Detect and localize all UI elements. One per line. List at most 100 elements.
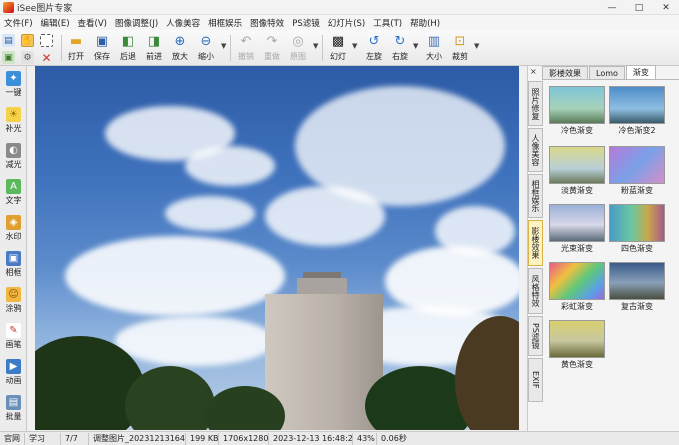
crop-dropdown-arrow[interactable]: ▼ (474, 42, 479, 50)
vtab-portrait[interactable]: 人像美容 (528, 128, 543, 172)
vtab-studio-effects[interactable]: 影楼效果 (528, 220, 543, 266)
browse-icon[interactable]: ▤ (2, 34, 15, 47)
slideshow-button[interactable]: ▩ 幻灯 (325, 32, 351, 65)
status-image-index: 7/7 (61, 432, 89, 445)
original-button[interactable]: ◎ 原图 (285, 32, 311, 65)
hand-tool-icon[interactable]: ✋ (21, 34, 34, 47)
animation-tool[interactable]: ▶ 动画 (0, 356, 27, 389)
maximize-button[interactable]: □ (626, 0, 652, 15)
brush-tool[interactable]: ✎ 画笔 (0, 320, 27, 353)
tab-studio-effects[interactable]: 影楼效果 (542, 66, 588, 79)
one-click-tool[interactable]: ✦ 一键 (0, 68, 27, 101)
crop-button[interactable]: ⊡ 裁剪 (447, 32, 473, 65)
menu-frames[interactable]: 相框娱乐 (204, 17, 246, 29)
effect-pink-blue-gradient[interactable]: 粉蓝渐变 (609, 146, 665, 195)
doodle-tool[interactable]: ☺ 涂鸦 (0, 284, 27, 317)
text-tool[interactable]: A 文字 (0, 176, 27, 209)
frame-icon: ▣ (6, 251, 21, 266)
app-logo-icon (3, 1, 14, 13)
menu-slideshow[interactable]: 幻灯片(S) (324, 17, 370, 29)
title-bar: iSee图片专家 — □ ✕ (0, 0, 679, 15)
magnifier-minus-icon: ⊖ (200, 34, 212, 49)
menu-ps-filters[interactable]: PS滤镜 (288, 17, 324, 29)
panel-close-button[interactable]: × (530, 67, 537, 76)
tree (125, 366, 215, 430)
image-icon[interactable]: ▣ (2, 51, 15, 64)
forward-button[interactable]: ◨ 前进 (141, 32, 167, 65)
mini-tool-grid: ▤ ✋ ▣ ⚙ ✕ (2, 32, 58, 65)
effect-yellow-gradient[interactable]: 黄色渐变 (549, 320, 605, 369)
minimize-button[interactable]: — (599, 0, 625, 15)
vtab-frames[interactable]: 相框娱乐 (528, 174, 543, 218)
status-dimensions: 1706x1280 (219, 432, 269, 445)
menu-portrait[interactable]: 人像美容 (162, 17, 204, 29)
palette-icon: ☺ (6, 287, 21, 302)
reduce-light-tool[interactable]: ◐ 减光 (0, 140, 27, 173)
open-button[interactable]: ▬ 打开 (63, 32, 89, 65)
tab-lomo[interactable]: Lomo (589, 66, 625, 79)
status-learn[interactable]: 学习 (25, 432, 61, 445)
delete-icon[interactable]: ✕ (40, 51, 53, 65)
settings-icon[interactable]: ⚙ (21, 51, 34, 64)
batch-tool[interactable]: ▤ 批量 (0, 392, 27, 425)
effects-tabs: 影楼效果 Lomo 渐变 (542, 65, 679, 80)
forward-image-icon: ◨ (147, 34, 161, 49)
effect-thumbnail (549, 86, 605, 124)
vtab-exif[interactable]: EXIF (528, 358, 543, 402)
tab-gradient[interactable]: 渐变 (625, 65, 656, 79)
original-dropdown-arrow[interactable]: ▼ (313, 42, 318, 50)
effect-thumbnail (549, 320, 605, 358)
fill-light-tool[interactable]: ☀ 补光 (0, 104, 27, 137)
magic-wand-icon: ✦ (6, 71, 21, 86)
main-toolbar: ▤ ✋ ▣ ⚙ ✕ ▬ 打开 ▣ 保存 ◧ 后退 ◨ 前进 ⊕ 放大 ⊖ 缩小 ▼ ↶ 撤销 … (0, 30, 679, 66)
rotate-right-button[interactable]: ↻ 右旋 (387, 32, 413, 65)
toolbar-separator (230, 35, 231, 61)
cloud (265, 186, 385, 246)
image-canvas[interactable] (35, 66, 519, 430)
cloud (185, 146, 275, 186)
menu-effects[interactable]: 图像特效 (246, 17, 288, 29)
effect-retro-gradient[interactable]: 复古渐变 (609, 262, 665, 311)
crop-icon: ⊡ (454, 34, 466, 49)
zoom-out-button[interactable]: ⊖ 缩小 (193, 32, 219, 65)
menu-edit[interactable]: 编辑(E) (37, 17, 74, 29)
back-button[interactable]: ◧ 后退 (115, 32, 141, 65)
effect-rainbow-gradient[interactable]: 彩虹渐变 (549, 262, 605, 311)
menu-view[interactable]: 查看(V) (74, 17, 111, 29)
rotate-left-button[interactable]: ↺ 左旋 (361, 32, 387, 65)
effect-pale-yellow-gradient[interactable]: 淡黄渐变 (549, 146, 605, 195)
save-button[interactable]: ▣ 保存 (89, 32, 115, 65)
undo-button[interactable]: ↶ 撤销 (233, 32, 259, 65)
select-tool-icon[interactable] (40, 34, 53, 47)
redo-button[interactable]: ↷ 重做 (259, 32, 285, 65)
watermark-icon: ◈ (6, 215, 21, 230)
menu-help[interactable]: 帮助(H) (406, 17, 444, 29)
menu-image-adjust[interactable]: 图像调整(J) (111, 17, 162, 29)
resize-button[interactable]: ▥ 大小 (421, 32, 447, 65)
frame-tool[interactable]: ▣ 相框 (0, 248, 27, 281)
rotate-dropdown-arrow[interactable]: ▼ (413, 42, 418, 50)
effect-light-beam-gradient[interactable]: 光束渐变 (549, 204, 605, 253)
undo-arrow-icon: ↶ (240, 34, 252, 49)
effect-thumbnail (609, 86, 665, 124)
slideshow-dropdown-arrow[interactable]: ▼ (352, 42, 357, 50)
menu-file[interactable]: 文件(F) (0, 17, 37, 29)
shade-icon: ◐ (6, 143, 21, 158)
vtab-photo-repair[interactable]: 照片修复 (528, 81, 543, 126)
zoom-in-button[interactable]: ⊕ 放大 (167, 32, 193, 65)
status-website[interactable]: 官网 (0, 432, 25, 445)
effect-cold-gradient-2[interactable]: 冷色渐变2 (609, 86, 665, 135)
effect-cold-gradient[interactable]: 冷色渐变 (549, 86, 605, 135)
rotate-right-icon: ↻ (394, 34, 406, 49)
zoom-dropdown-arrow[interactable]: ▼ (221, 42, 226, 50)
effect-thumbnail (609, 262, 665, 300)
effect-thumbnail (609, 146, 665, 184)
menu-tools[interactable]: 工具(T) (369, 17, 406, 29)
close-button[interactable]: ✕ (653, 0, 679, 15)
watermark-tool[interactable]: ◈ 水印 (0, 212, 27, 245)
vtab-style-effects[interactable]: 风格特效 (528, 268, 543, 314)
effect-thumbnail (549, 146, 605, 184)
vtab-ps-filters[interactable]: PS滤镜 (528, 316, 543, 356)
effect-four-color-gradient[interactable]: 四色渐变 (609, 204, 665, 253)
back-image-icon: ◧ (121, 34, 135, 49)
